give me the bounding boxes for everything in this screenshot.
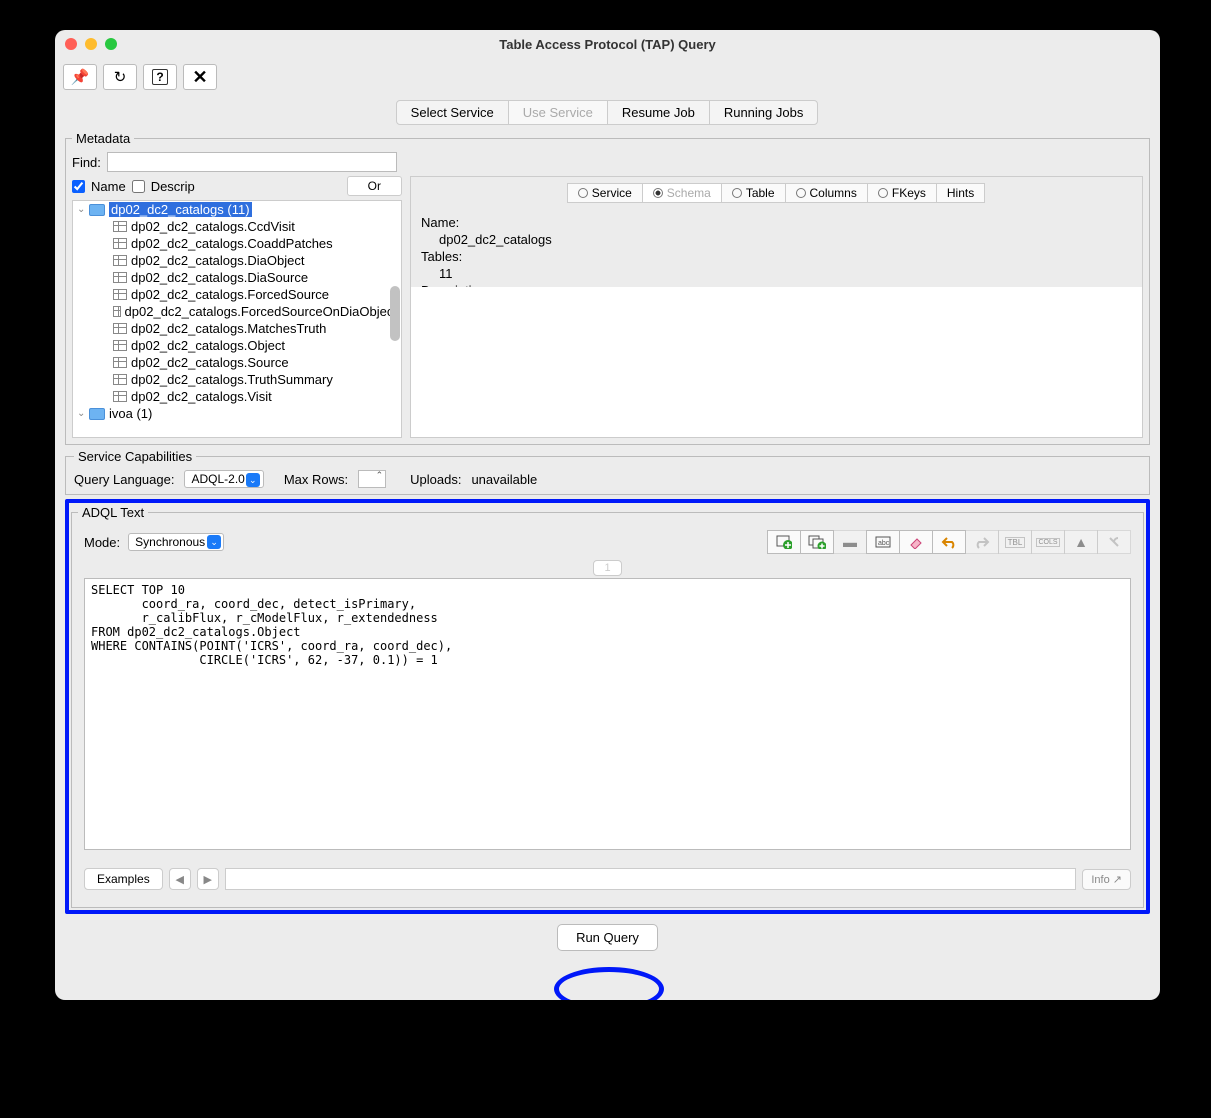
or-button[interactable]: Or: [347, 176, 402, 196]
window-title: Table Access Protocol (TAP) Query: [55, 37, 1160, 52]
svg-text:abc: abc: [878, 540, 890, 547]
tree-table-item[interactable]: dp02_dc2_catalogs.Object: [73, 337, 401, 354]
tab-resume-job[interactable]: Resume Job: [607, 100, 710, 125]
tab-running-jobs[interactable]: Running Jobs: [709, 100, 819, 125]
schema-tree[interactable]: ⌄dp02_dc2_catalogs (11) dp02_dc2_catalog…: [72, 200, 402, 438]
mode-label: Mode:: [84, 535, 120, 550]
prev-example-button[interactable]: ◀: [169, 868, 191, 890]
table-icon: [113, 272, 127, 283]
tab-select-service[interactable]: Select Service: [396, 100, 509, 125]
pin-icon[interactable]: 📌: [63, 64, 97, 90]
query-textarea[interactable]: SELECT TOP 10 coord_ra, coord_dec, detec…: [84, 578, 1131, 850]
mode-select[interactable]: Synchronous⌄: [128, 533, 224, 551]
redo-icon[interactable]: [965, 530, 999, 554]
run-query-highlight-oval: [554, 967, 664, 1000]
table-icon: [113, 221, 127, 232]
app-window: Table Access Protocol (TAP) Query 📌 ↻ ? …: [55, 30, 1160, 1000]
adql-section-highlight: ADQL Text Mode: Synchronous⌄ ▬ abc TBL C…: [65, 499, 1150, 914]
tree-table-item[interactable]: dp02_dc2_catalogs.Source: [73, 354, 401, 371]
tree-table-item[interactable]: dp02_dc2_catalogs.CcdVisit: [73, 218, 401, 235]
tree-scrollbar[interactable]: [390, 286, 400, 341]
fix-icon[interactable]: [1097, 530, 1131, 554]
name-checkbox[interactable]: [72, 180, 85, 193]
tree-table-item[interactable]: dp02_dc2_catalogs.CoaddPatches: [73, 235, 401, 252]
table-icon: [113, 323, 127, 334]
table-icon: [113, 238, 127, 249]
examples-button[interactable]: Examples: [84, 868, 163, 890]
adql-legend: ADQL Text: [78, 505, 148, 520]
find-label: Find:: [72, 155, 101, 170]
max-rows-input[interactable]: [358, 470, 386, 488]
rename-tab-icon[interactable]: abc: [866, 530, 900, 554]
info-tab-fkeys[interactable]: FKeys: [867, 183, 937, 203]
insert-table-icon[interactable]: TBL: [998, 530, 1032, 554]
tree-table-item[interactable]: dp02_dc2_catalogs.ForcedSourceOnDiaObjec…: [73, 303, 401, 320]
example-info-button[interactable]: Info ↗: [1082, 869, 1131, 890]
info-body: Name: dp02_dc2_catalogs Tables: 11 Descr…: [411, 209, 1142, 287]
help-icon[interactable]: ?: [143, 64, 177, 90]
tab-use-service[interactable]: Use Service: [508, 100, 608, 125]
descrip-checkbox[interactable]: [132, 180, 145, 193]
metadata-fieldset: Metadata Find: Name Descrip Or: [65, 131, 1150, 445]
query-lang-label: Query Language:: [74, 472, 174, 487]
tree-table-item[interactable]: dp02_dc2_catalogs.MatchesTruth: [73, 320, 401, 337]
info-tab-service[interactable]: Service: [567, 183, 643, 203]
close-icon[interactable]: ✕: [183, 64, 217, 90]
tree-schema-dp02[interactable]: ⌄dp02_dc2_catalogs (11): [73, 201, 401, 218]
reload-icon[interactable]: ↻: [103, 64, 137, 90]
name-checkbox-label: Name: [91, 179, 126, 194]
table-icon: [113, 374, 127, 385]
query-lang-select[interactable]: ADQL-2.0⌄: [184, 470, 263, 488]
table-icon: [113, 357, 127, 368]
table-icon: [113, 391, 127, 402]
top-tab-row: Select Service Use Service Resume Job Ru…: [55, 96, 1160, 131]
info-panel: Service Schema Table Columns FKeys Hints…: [410, 176, 1143, 438]
query-tab-1[interactable]: 1: [593, 560, 621, 576]
copy-tab-icon[interactable]: [800, 530, 834, 554]
find-input[interactable]: [107, 152, 397, 172]
table-icon: [113, 340, 127, 351]
tree-schema-ivoa[interactable]: ⌄ivoa (1): [73, 405, 401, 422]
info-tab-columns[interactable]: Columns: [785, 183, 868, 203]
info-tab-hints[interactable]: Hints: [936, 183, 985, 203]
erase-icon[interactable]: [899, 530, 933, 554]
titlebar: Table Access Protocol (TAP) Query: [55, 30, 1160, 58]
tree-table-item[interactable]: dp02_dc2_catalogs.TruthSummary: [73, 371, 401, 388]
table-icon: [113, 255, 127, 266]
tree-table-item[interactable]: dp02_dc2_catalogs.DiaObject: [73, 252, 401, 269]
info-tab-schema[interactable]: Schema: [642, 183, 722, 203]
table-icon: [113, 306, 121, 317]
run-query-button[interactable]: Run Query: [557, 924, 658, 951]
delete-tab-icon[interactable]: ▬: [833, 530, 867, 554]
tree-table-item[interactable]: dp02_dc2_catalogs.Visit: [73, 388, 401, 405]
example-name-input[interactable]: [225, 868, 1077, 890]
tree-table-item[interactable]: dp02_dc2_catalogs.DiaSource: [73, 269, 401, 286]
tree-table-item[interactable]: dp02_dc2_catalogs.ForcedSource: [73, 286, 401, 303]
descrip-checkbox-label: Descrip: [151, 179, 195, 194]
uploads-value: unavailable: [471, 472, 537, 487]
editor-button-strip: ▬ abc TBL COLS ▲: [768, 530, 1131, 554]
undo-icon[interactable]: [932, 530, 966, 554]
uploads-label: Uploads:: [410, 472, 461, 487]
toolbar: 📌 ↻ ? ✕: [55, 58, 1160, 96]
next-example-button[interactable]: ▶: [197, 868, 219, 890]
folder-icon: [89, 204, 105, 216]
insert-cols-icon[interactable]: COLS: [1031, 530, 1065, 554]
adql-fieldset: ADQL Text Mode: Synchronous⌄ ▬ abc TBL C…: [71, 505, 1144, 908]
add-tab-icon[interactable]: [767, 530, 801, 554]
metadata-legend: Metadata: [72, 131, 134, 146]
service-caps-legend: Service Capabilities: [74, 449, 196, 464]
validate-icon[interactable]: ▲: [1064, 530, 1098, 554]
info-tab-table[interactable]: Table: [721, 183, 786, 203]
table-icon: [113, 289, 127, 300]
max-rows-label: Max Rows:: [284, 472, 348, 487]
service-capabilities-fieldset: Service Capabilities Query Language: ADQ…: [65, 449, 1150, 495]
folder-icon: [89, 408, 105, 420]
